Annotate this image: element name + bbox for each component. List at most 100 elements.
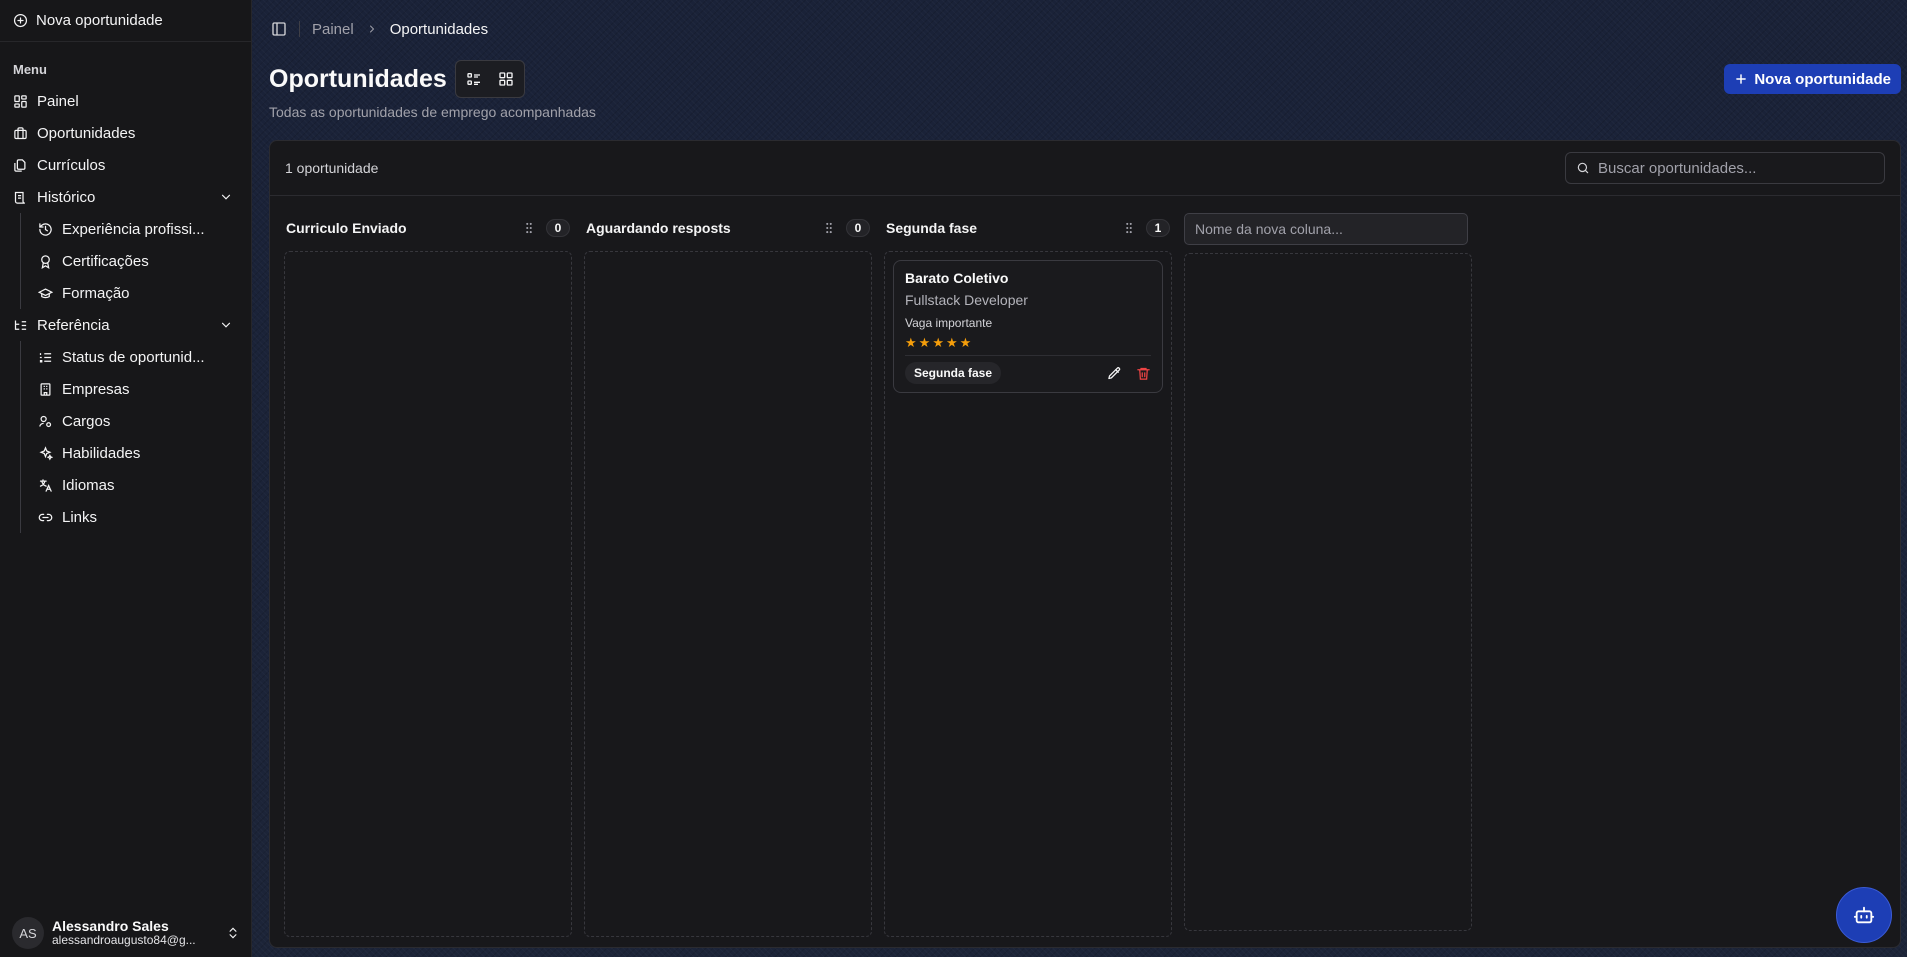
sparkles-icon xyxy=(39,445,53,461)
search-input[interactable] xyxy=(1598,159,1874,177)
star-icon: ★ xyxy=(959,335,972,350)
sidebar-item-label: Referência xyxy=(37,316,110,334)
sidebar-item-education[interactable]: Formação xyxy=(21,277,251,309)
trash-icon[interactable] xyxy=(1136,366,1151,381)
card-footer: Segunda fase xyxy=(905,362,1151,384)
languages-icon xyxy=(39,478,52,492)
panel-left-icon[interactable] xyxy=(271,21,287,37)
column-header: Segunda fase 1 xyxy=(884,213,1172,243)
sidebar-item-label: Certificações xyxy=(62,252,149,270)
sidebar-item-label: Cargos xyxy=(62,412,111,430)
board-toolbar: 1 oportunidade xyxy=(270,141,1900,196)
sidebar-item-label: Oportunidades xyxy=(37,124,136,142)
grip-vertical-icon[interactable] xyxy=(522,221,536,235)
status-badge: Segunda fase xyxy=(905,362,1002,384)
sidebar-item-panel[interactable]: Painel xyxy=(0,85,251,117)
user-name: Alessandro Sales xyxy=(52,918,169,935)
list-icon xyxy=(467,73,480,85)
avatar: AS xyxy=(12,917,44,949)
column-count-badge: 0 xyxy=(546,219,570,237)
assistant-button[interactable] xyxy=(1836,887,1892,943)
sidebar-item-label: Histórico xyxy=(37,188,96,206)
building-icon xyxy=(40,382,51,396)
sidebar-item-reference[interactable]: Referência xyxy=(0,309,251,341)
column-header: Aguardando resposts 0 xyxy=(584,213,872,243)
list-ordered-icon xyxy=(39,352,52,362)
column-dropzone[interactable] xyxy=(584,251,872,937)
sidebar-item-links[interactable]: Links xyxy=(21,501,251,533)
list-view-button[interactable] xyxy=(459,64,489,94)
sidebar-item-languages[interactable]: Idiomas xyxy=(21,469,251,501)
column-dropzone[interactable]: Barato Coletivo Fullstack Developer Vaga… xyxy=(884,251,1172,937)
award-icon xyxy=(41,254,50,269)
sidebar-item-opportunity-status[interactable]: Status de oportunid... xyxy=(21,341,251,373)
column-title: Curriculo Enviado xyxy=(286,220,407,236)
sidebar-item-label: Idiomas xyxy=(62,476,115,494)
sidebar-item-experience[interactable]: Experiência profissi... xyxy=(21,213,251,245)
sidebar-item-label: Formação xyxy=(62,284,130,302)
page-subtitle: Todas as oportunidades de emprego acompa… xyxy=(269,104,596,120)
sidebar-item-positions[interactable]: Cargos xyxy=(21,405,251,437)
briefcase-icon xyxy=(14,126,27,139)
sidebar-item-label: Empresas xyxy=(62,380,130,398)
card-role: Fullstack Developer xyxy=(905,292,1028,308)
user-cog-icon xyxy=(39,415,52,427)
list-tree-icon xyxy=(14,320,27,330)
grip-vertical-icon[interactable] xyxy=(1122,221,1136,235)
sidebar: Nova oportunidade Menu Painel Oportunida… xyxy=(0,0,252,957)
chevron-down-icon[interactable] xyxy=(219,318,233,332)
sidebar-item-companies[interactable]: Empresas xyxy=(21,373,251,405)
menu-label: Menu xyxy=(13,62,47,77)
rating-stars: ★ ★ ★ ★ ★ xyxy=(905,336,1151,349)
chevrons-up-down-icon xyxy=(229,927,237,939)
sidebar-item-label: Painel xyxy=(37,92,79,110)
column-dropzone[interactable] xyxy=(284,251,572,937)
sidebar-item-skills[interactable]: Habilidades xyxy=(21,437,251,469)
new-column-input[interactable] xyxy=(1184,213,1468,245)
sidebar-item-label: Currículos xyxy=(37,156,106,174)
card-company: Barato Coletivo xyxy=(905,270,1009,286)
breadcrumb-current: Oportunidades xyxy=(389,20,489,38)
reference-submenu: Status de oportunid... Empresas Cargos H… xyxy=(20,341,251,533)
breadcrumb-parent[interactable]: Painel xyxy=(312,21,354,38)
link-icon xyxy=(38,513,53,521)
page-title: Oportunidades xyxy=(269,64,447,93)
column-title: Aguardando resposts xyxy=(586,220,731,236)
chevron-down-icon[interactable] xyxy=(219,190,233,204)
opportunity-card[interactable]: Barato Coletivo Fullstack Developer Vaga… xyxy=(893,260,1163,393)
divider xyxy=(905,355,1151,356)
search-icon xyxy=(1577,162,1589,174)
title-row: Oportunidades xyxy=(269,60,525,98)
grip-vertical-icon[interactable] xyxy=(822,221,836,235)
sidebar-item-history[interactable]: Histórico xyxy=(0,181,251,213)
column-header: Curriculo Enviado 0 xyxy=(284,213,572,243)
history-submenu: Experiência profissi... Certificações Fo… xyxy=(20,213,251,309)
new-column-dropzone xyxy=(1184,253,1472,931)
column-count-badge: 0 xyxy=(846,219,870,237)
sidebar-item-opportunities[interactable]: Oportunidades xyxy=(0,117,251,149)
sidebar-new-opportunity-button[interactable]: Nova oportunidade xyxy=(0,0,251,42)
sidebar-item-certifications[interactable]: Certificações xyxy=(21,245,251,277)
grid-view-button[interactable] xyxy=(491,64,521,94)
graduation-cap-icon xyxy=(38,287,53,298)
star-icon: ★ xyxy=(905,335,917,350)
sidebar-item-resumes[interactable]: Currículos xyxy=(0,149,251,181)
column-count-badge: 1 xyxy=(1146,219,1170,237)
search-box xyxy=(1565,152,1885,184)
user-meta: Alessandro Sales alessandroaugusto84@g..… xyxy=(52,918,218,948)
star-icon: ★ xyxy=(945,335,958,350)
new-opportunity-button[interactable]: Nova oportunidade xyxy=(1724,64,1901,94)
view-toggle xyxy=(454,60,525,98)
sidebar-item-label: Experiência profissi... xyxy=(62,220,205,238)
new-opportunity-label: Nova oportunidade xyxy=(1754,70,1891,88)
user-menu[interactable]: AS Alessandro Sales alessandroaugusto84@… xyxy=(0,909,252,957)
pencil-icon[interactable] xyxy=(1107,366,1122,381)
plus-circle-icon xyxy=(13,13,28,28)
kanban-column: Segunda fase 1 Barato Coletivo Fullstack… xyxy=(884,213,1172,937)
bot-icon xyxy=(1853,906,1875,924)
sidebar-item-label: Links xyxy=(62,508,98,526)
sidebar-item-label: Status de oportunid... xyxy=(62,348,205,366)
kanban-column: Curriculo Enviado 0 xyxy=(284,213,572,937)
plus-icon xyxy=(1736,74,1747,84)
star-icon: ★ xyxy=(932,335,944,350)
